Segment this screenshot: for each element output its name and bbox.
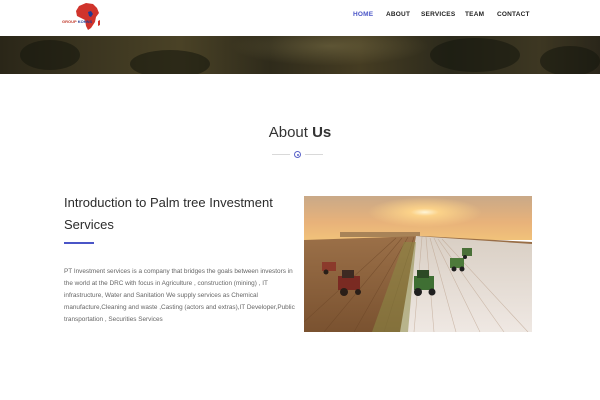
nav-services[interactable]: SERVICES (421, 11, 455, 18)
intro-heading-underline (64, 242, 94, 244)
intro-heading: Introduction to Palm tree Investment Ser… (64, 195, 273, 232)
nav-team[interactable]: TEAM (465, 11, 484, 18)
nav-about[interactable]: ABOUT (386, 11, 410, 18)
harvest-scene-image (304, 196, 532, 332)
about-title-light: About (268, 124, 308, 141)
nav-home[interactable]: HOME (353, 11, 373, 18)
about-section-title: About Us (0, 124, 600, 141)
divider-ornament-icon (294, 151, 301, 158)
hero-foliage (20, 40, 80, 70)
main-nav: HOME ABOUT SERVICES TEAM CONTACT (0, 11, 600, 23)
hero-light-glow (230, 36, 430, 66)
title-divider-right (305, 154, 323, 155)
intro-description: PT Investment services is a company that… (64, 268, 295, 323)
harvest-field-photo (304, 196, 532, 332)
site-header: GROUP KONNS HOME ABOUT SERVICES TEAM CON… (0, 0, 600, 36)
about-title-strong: Us (312, 124, 332, 141)
hero-foliage (430, 38, 520, 72)
nav-contact[interactable]: CONTACT (497, 11, 530, 18)
hero-foliage (540, 46, 600, 74)
hero-banner (0, 36, 600, 74)
title-divider-left (272, 154, 290, 155)
hero-foliage (130, 50, 210, 74)
